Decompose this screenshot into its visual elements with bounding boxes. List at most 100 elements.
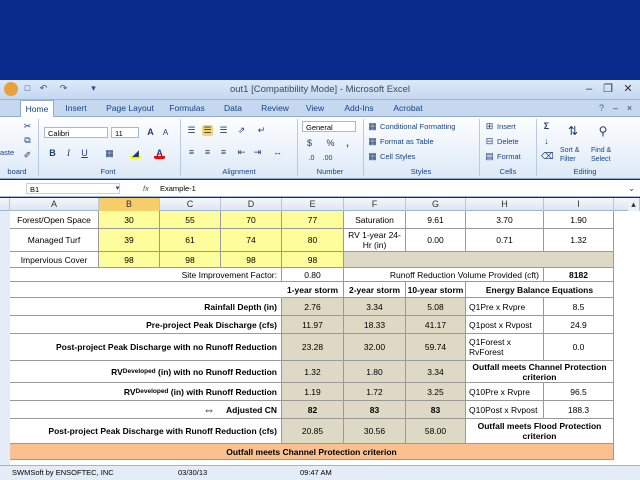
blank-cell[interactable] — [344, 252, 614, 268]
autosum-icon[interactable]: Σ — [541, 121, 552, 132]
borders-icon[interactable]: ▦ — [104, 148, 115, 159]
column-header-f[interactable]: F — [344, 198, 406, 211]
orientation-icon[interactable]: ⇗ — [236, 125, 247, 136]
fill-icon[interactable]: ↓ — [541, 136, 552, 147]
font-color-icon[interactable]: A — [154, 148, 165, 159]
row-header[interactable] — [0, 361, 10, 384]
row-header[interactable] — [0, 334, 10, 362]
channel-protection-status[interactable]: Outfall meets Channel Protection criteri… — [466, 361, 614, 383]
energy-value-cell[interactable]: 8.5 — [544, 298, 614, 316]
column-header-e[interactable]: E — [282, 198, 344, 211]
conditional-formatting-button[interactable]: Conditional Formatting — [380, 121, 455, 133]
storm-value-cell[interactable]: 1.19 — [282, 383, 344, 401]
row-header[interactable] — [0, 383, 10, 402]
merge-center-icon[interactable]: ↔ — [272, 147, 283, 158]
column-header-a[interactable]: A — [10, 198, 99, 211]
energy-label-cell[interactable]: Q1Pre x Rvpre — [466, 298, 544, 316]
row-header[interactable] — [0, 316, 10, 335]
site-factor-value[interactable]: 0.80 — [282, 268, 344, 282]
storm-header-1yr[interactable]: 1-year storm — [282, 282, 344, 298]
column-header-b[interactable]: B — [99, 198, 160, 211]
tab-data[interactable]: Data — [216, 100, 250, 116]
storm-value-cell[interactable]: 18.33 — [344, 316, 406, 334]
grow-font-icon[interactable]: A — [145, 127, 156, 138]
storm-value-cell[interactable]: 23.28 — [282, 334, 344, 361]
name-box[interactable]: B1 — [26, 183, 120, 194]
tab-acrobat[interactable]: Acrobat — [388, 100, 428, 116]
insert-cells-button[interactable]: Insert — [497, 121, 516, 133]
paste-button[interactable]: aste — [0, 147, 14, 159]
underline-icon[interactable]: U — [79, 148, 90, 159]
sort-filter-button[interactable]: Sort & Filter — [560, 146, 588, 163]
storm-row-label[interactable]: Pre-project Peak Discharge (cfs) — [10, 316, 282, 334]
energy-value-cell[interactable]: 188.3 — [544, 401, 614, 419]
energy-balance-title[interactable]: Energy Balance Equations — [466, 282, 614, 298]
storm-row-label[interactable]: Adjusted CN — [10, 401, 282, 419]
delete-cells-button[interactable]: Delete — [497, 136, 519, 148]
tab-home[interactable]: Home — [20, 100, 54, 118]
landcover-label-cell[interactable]: Forest/Open Space — [10, 211, 99, 229]
wrap-text-icon[interactable]: ↵ — [256, 125, 267, 136]
storm-row-label[interactable]: RV Developed (in) with no Runoff Reductio… — [10, 361, 282, 383]
value-cell[interactable]: 3.70 — [466, 211, 544, 229]
close-button[interactable]: ✕ — [619, 82, 637, 96]
value-cell[interactable]: 1.32 — [544, 229, 614, 252]
scroll-up-icon[interactable]: ▴ — [628, 198, 640, 211]
expand-formula-bar-icon[interactable]: ⌄ — [626, 183, 637, 194]
cn-cell[interactable]: 77 — [282, 211, 344, 229]
align-middle-icon[interactable]: ☰ — [202, 125, 213, 136]
storm-value-cell[interactable]: 5.08 — [406, 298, 466, 316]
storm-value-cell[interactable]: 3.34 — [344, 298, 406, 316]
increase-indent-icon[interactable]: ⇥ — [252, 147, 263, 158]
font-size-box[interactable]: 11 — [111, 127, 139, 138]
value-cell[interactable]: 0.00 — [406, 229, 466, 252]
comma-icon[interactable]: , — [342, 138, 353, 149]
help-icon[interactable]: ? — [596, 103, 607, 114]
cn-cell[interactable]: 98 — [221, 252, 282, 268]
currency-icon[interactable]: $ — [304, 138, 315, 149]
cell-styles-button[interactable]: Cell Styles — [380, 151, 415, 163]
cn-cell[interactable]: 98 — [99, 252, 160, 268]
column-header-d[interactable]: D — [221, 198, 282, 211]
storm-row-label[interactable]: Rainfall Depth (in) — [10, 298, 282, 316]
storm-header-10yr[interactable]: 10-year storm — [406, 282, 466, 298]
tab-add-ins[interactable]: Add-Ins — [338, 100, 380, 116]
column-header-i[interactable]: I — [544, 198, 614, 211]
runoff-reduction-value[interactable]: 8182 — [544, 268, 614, 282]
minimize-button[interactable]: – — [580, 82, 598, 96]
tab-review[interactable]: Review — [256, 100, 294, 116]
tab-insert[interactable]: Insert — [58, 100, 94, 116]
select-all-corner[interactable] — [0, 198, 10, 211]
energy-label-cell[interactable]: Q1post x Rvpost — [466, 316, 544, 334]
row-header[interactable] — [0, 211, 10, 230]
storm-value-cell[interactable]: 30.56 — [344, 419, 406, 444]
bold-icon[interactable]: B — [47, 148, 58, 159]
storm-value-cell[interactable]: 1.32 — [282, 361, 344, 383]
format-cells-button[interactable]: Format — [497, 151, 521, 163]
outfall-banner[interactable]: Outfall meets Channel Protection criteri… — [10, 444, 614, 460]
storm-value-cell[interactable]: 41.17 — [406, 316, 466, 334]
name-box-dropdown-icon[interactable]: ▾ — [112, 183, 123, 194]
energy-value-cell[interactable]: 96.5 — [544, 383, 614, 401]
formula-input[interactable]: Example-1 — [160, 183, 196, 195]
storm-row-label[interactable]: Post-project Peak Discharge with Runoff … — [10, 419, 282, 444]
storm-value-cell[interactable]: 82 — [282, 401, 344, 419]
format-as-table-button[interactable]: Format as Table — [380, 136, 434, 148]
storm-row-label[interactable]: RV Developed (in) with Runoff Reduction — [10, 383, 282, 401]
italic-icon[interactable]: I — [63, 148, 74, 159]
storm-row-label[interactable]: Post-project Peak Discharge with no Runo… — [10, 334, 282, 361]
decrease-decimal-icon[interactable]: .00 — [322, 153, 333, 164]
increase-decimal-icon[interactable]: .0 — [306, 153, 317, 164]
column-header-g[interactable]: G — [406, 198, 466, 211]
parameter-label-cell[interactable]: RV 1-year 24-Hr (in) — [344, 229, 406, 252]
cn-cell[interactable]: 80 — [282, 229, 344, 252]
align-left-icon[interactable]: ≡ — [186, 147, 197, 158]
ribbon-close-icon[interactable]: × — [624, 103, 635, 114]
row-header[interactable] — [0, 282, 10, 299]
column-header-h[interactable]: H — [466, 198, 544, 211]
site-factor-label[interactable]: Site Improvement Factor: — [10, 268, 282, 282]
cn-cell[interactable]: 74 — [221, 229, 282, 252]
cut-icon[interactable]: ✂ — [22, 121, 33, 132]
blank-cell[interactable] — [10, 282, 282, 298]
flood-protection-status[interactable]: Outfall meets Flood Protection criterion — [466, 419, 614, 444]
